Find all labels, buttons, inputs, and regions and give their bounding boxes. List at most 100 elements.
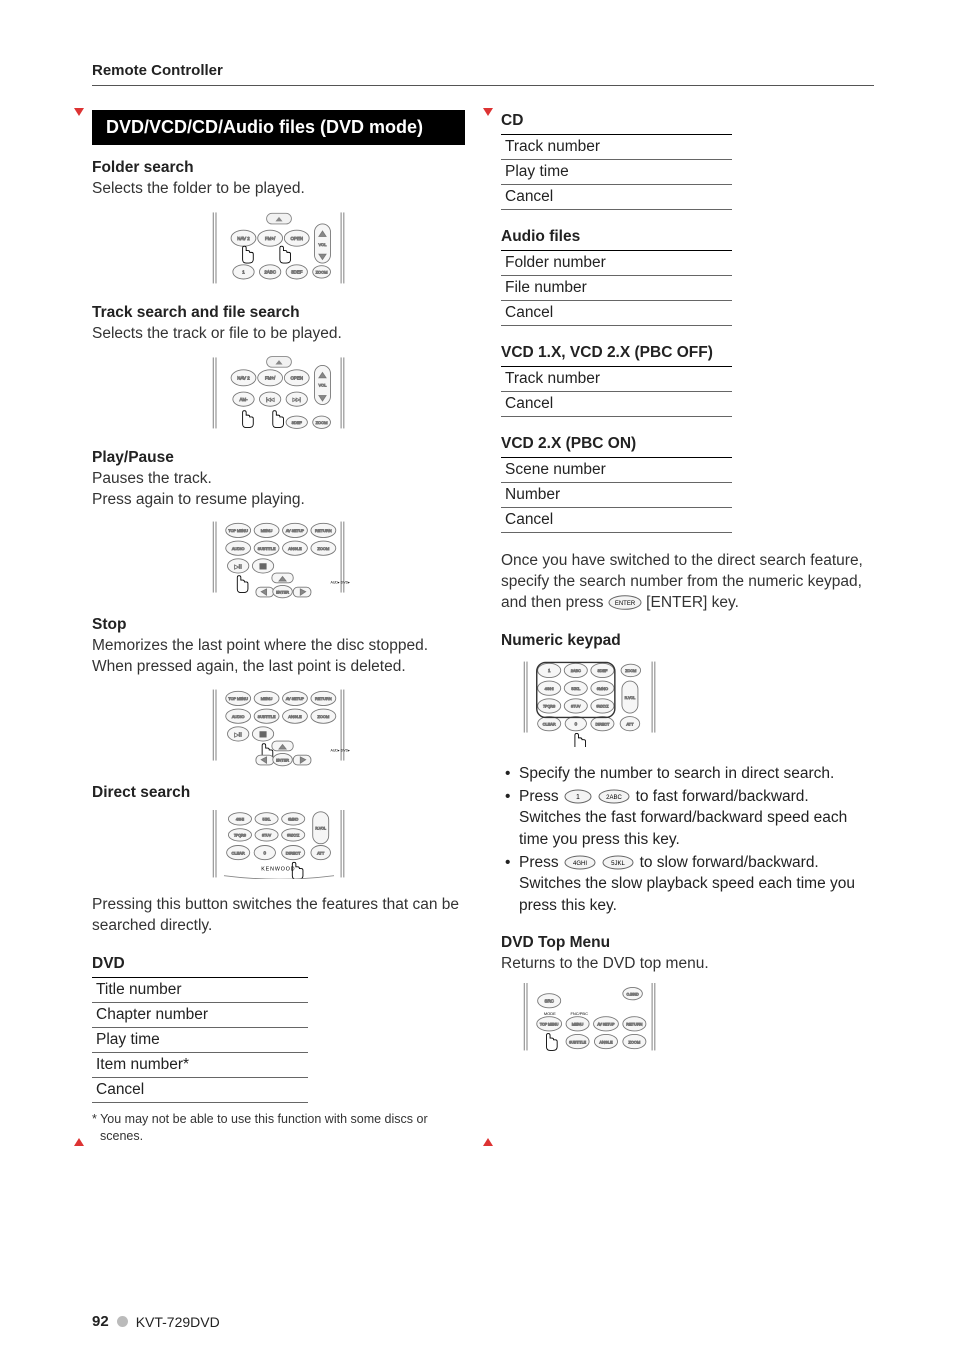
table-vcd-pbc-on: Scene number Number Cancel: [501, 457, 732, 533]
svg-text:▶ⅠⅠ: ▶ⅠⅠ: [234, 733, 241, 739]
table-row: File number: [501, 276, 732, 301]
list-item: Press 1 2ABC to fast forward/backward. S…: [505, 786, 874, 850]
svg-text:▶▶|: ▶▶|: [292, 397, 300, 402]
figure-dvd-top-menu: SRC O.BIND MODE FNC/PBC TOP MENU MENU AV…: [519, 983, 874, 1052]
page-footer: 92 KVT-729DVD: [92, 1313, 220, 1330]
corner-tick-icon: [74, 108, 84, 118]
key-2abc-icon: 2ABC: [597, 789, 631, 804]
svg-text:ANGLE: ANGLE: [599, 1039, 613, 1044]
svg-text:AUD▸ DVD▸ TV▸: AUD▸ DVD▸ TV▸: [330, 581, 350, 585]
table-audio-files-options: Folder number File number Cancel: [501, 250, 732, 326]
svg-text:2ABC: 2ABC: [571, 668, 581, 673]
svg-text:AUDIO: AUDIO: [231, 714, 244, 719]
corner-tick-icon: [483, 1136, 493, 1146]
svg-text:MENU: MENU: [572, 1022, 584, 1027]
svg-text:4GHI: 4GHI: [545, 686, 554, 691]
svg-text:ENTER: ENTER: [276, 758, 289, 762]
table-row: Cancel: [501, 392, 732, 417]
table-row: Item number*: [92, 1052, 308, 1077]
svg-text:6MNO: 6MNO: [597, 686, 608, 691]
svg-text:5JKL: 5JKL: [571, 686, 581, 691]
table-row: Chapter number: [92, 1002, 308, 1027]
svg-text:6MNO: 6MNO: [288, 817, 298, 821]
figure-numeric-keypad: 1 2ABC 3DEF ZOOM 4GHI 5JKL 6MNO R.VOL 7P…: [519, 658, 874, 747]
text-stop-2: When pressed again, the last point is de…: [92, 657, 465, 678]
svg-text:8TUV: 8TUV: [571, 704, 581, 708]
table-row: Play time: [501, 160, 732, 185]
table-row: Cancel: [501, 301, 732, 326]
svg-text:DIRECT: DIRECT: [596, 722, 611, 726]
heading-track-search: Track search and file search: [92, 304, 465, 322]
table-row: Cancel: [92, 1077, 308, 1102]
svg-text:RETURN: RETURN: [626, 1022, 642, 1027]
svg-text:MENU: MENU: [260, 696, 272, 701]
svg-text:8TUV: 8TUV: [262, 833, 272, 837]
table-row: Track number: [501, 367, 732, 392]
svg-text:4GHI: 4GHI: [235, 817, 243, 821]
corner-tick-icon: [74, 1136, 84, 1146]
text-fragment: [ENTER] key.: [646, 594, 739, 611]
text-stop-1: Memorizes the last point where the disc …: [92, 636, 465, 657]
svg-text:OPEN: OPEN: [290, 236, 303, 241]
table-vcd-pbc-off: Track number Cancel: [501, 366, 732, 417]
heading-direct-search: Direct search: [92, 784, 465, 802]
table-row: Number: [501, 483, 732, 508]
svg-text:TOP MENU: TOP MENU: [540, 1023, 559, 1027]
heading-dvd-top-menu: DVD Top Menu: [501, 934, 874, 952]
heading-play-pause: Play/Pause: [92, 449, 465, 467]
heading-audio-files-table: Audio files: [501, 228, 874, 246]
svg-text:3DEF: 3DEF: [291, 270, 303, 275]
heading-vcd-pbc-on: VCD 2.X (PBC ON): [501, 435, 874, 453]
section-heading-dvd-mode: DVD/VCD/CD/Audio files (DVD mode): [92, 110, 465, 145]
svg-text:VOL: VOL: [318, 242, 327, 247]
svg-text:SUBTITLE: SUBTITLE: [257, 715, 275, 719]
list-item: Press 4GHI 5JKL to slow forward/backward…: [505, 852, 874, 916]
svg-text:3DEF: 3DEF: [597, 668, 608, 673]
svg-text:NAV 2: NAV 2: [237, 375, 250, 380]
text-play-pause-2: Press again to resume playing.: [92, 490, 465, 511]
svg-text:2ABC: 2ABC: [606, 795, 622, 801]
svg-text:▶ⅠⅠ: ▶ⅠⅠ: [234, 565, 241, 571]
key-1-icon: 1: [563, 789, 593, 804]
svg-text:4GHI: 4GHI: [573, 861, 587, 867]
corner-tick-icon: [483, 108, 493, 118]
svg-text:MODE: MODE: [544, 1011, 556, 1016]
list-item: Specify the number to search in direct s…: [505, 763, 874, 784]
svg-text:ZOOM: ZOOM: [628, 1039, 640, 1044]
svg-text:AV SETUP: AV SETUP: [285, 697, 304, 701]
key-5jkl-icon: 5JKL: [601, 855, 635, 870]
svg-text:ENTER: ENTER: [276, 591, 289, 595]
figure-direct-search-remote: 4GHI 5JKL 6MNO R.VOL 7PQRS 8TUV 9WXYZ CL…: [92, 810, 465, 879]
svg-text:SRC: SRC: [545, 999, 555, 1004]
running-head: Remote Controller: [92, 62, 874, 79]
svg-text:ANGLE: ANGLE: [288, 714, 302, 719]
svg-text:NAV 2: NAV 2: [237, 236, 250, 241]
table-cd-options: Track number Play time Cancel: [501, 134, 732, 210]
svg-text:ZOOM: ZOOM: [315, 270, 327, 275]
table-row: Title number: [92, 977, 308, 1002]
svg-text:AUD▸ DVD▸ TV▸: AUD▸ DVD▸ TV▸: [330, 749, 350, 753]
table-row: Cancel: [501, 185, 732, 210]
svg-text:AUDIO: AUDIO: [231, 546, 244, 551]
svg-text:FNC/PBC: FNC/PBC: [570, 1011, 588, 1016]
svg-text:VOL: VOL: [318, 382, 327, 387]
svg-text:FM+/: FM+/: [265, 236, 276, 241]
figure-track-search-remote: NAV 2 FM+/ OPEN VOL AM- |◀◀ ▶▶|: [92, 353, 465, 433]
svg-text:O.BIND: O.BIND: [627, 992, 640, 996]
heading-stop: Stop: [92, 616, 465, 634]
heading-vcd-pbc-off: VCD 1.X, VCD 2.X (PBC OFF): [501, 344, 874, 362]
svg-text:AM-: AM-: [239, 397, 248, 402]
svg-text:2ABC: 2ABC: [264, 270, 276, 275]
heading-folder-search: Folder search: [92, 159, 465, 177]
text-track-search: Selects the track or file to be played.: [92, 324, 465, 345]
text-folder-search: Selects the folder to be played.: [92, 179, 465, 200]
svg-text:5JKL: 5JKL: [262, 817, 270, 821]
enter-key-icon: ENTER: [608, 595, 642, 610]
footnote-dvd: * You may not be able to use this functi…: [92, 1111, 465, 1145]
footer-dot-icon: [117, 1316, 128, 1327]
text-direct-instruction: Once you have switched to the direct sea…: [501, 551, 874, 614]
svg-text:ENTER: ENTER: [615, 601, 636, 607]
svg-text:R.VOL: R.VOL: [625, 696, 636, 700]
text-fragment: Press: [519, 788, 563, 805]
figure-stop-remote: TOP MENU MENU AV SETUP RETURN AUDIO SUBT…: [92, 686, 465, 768]
